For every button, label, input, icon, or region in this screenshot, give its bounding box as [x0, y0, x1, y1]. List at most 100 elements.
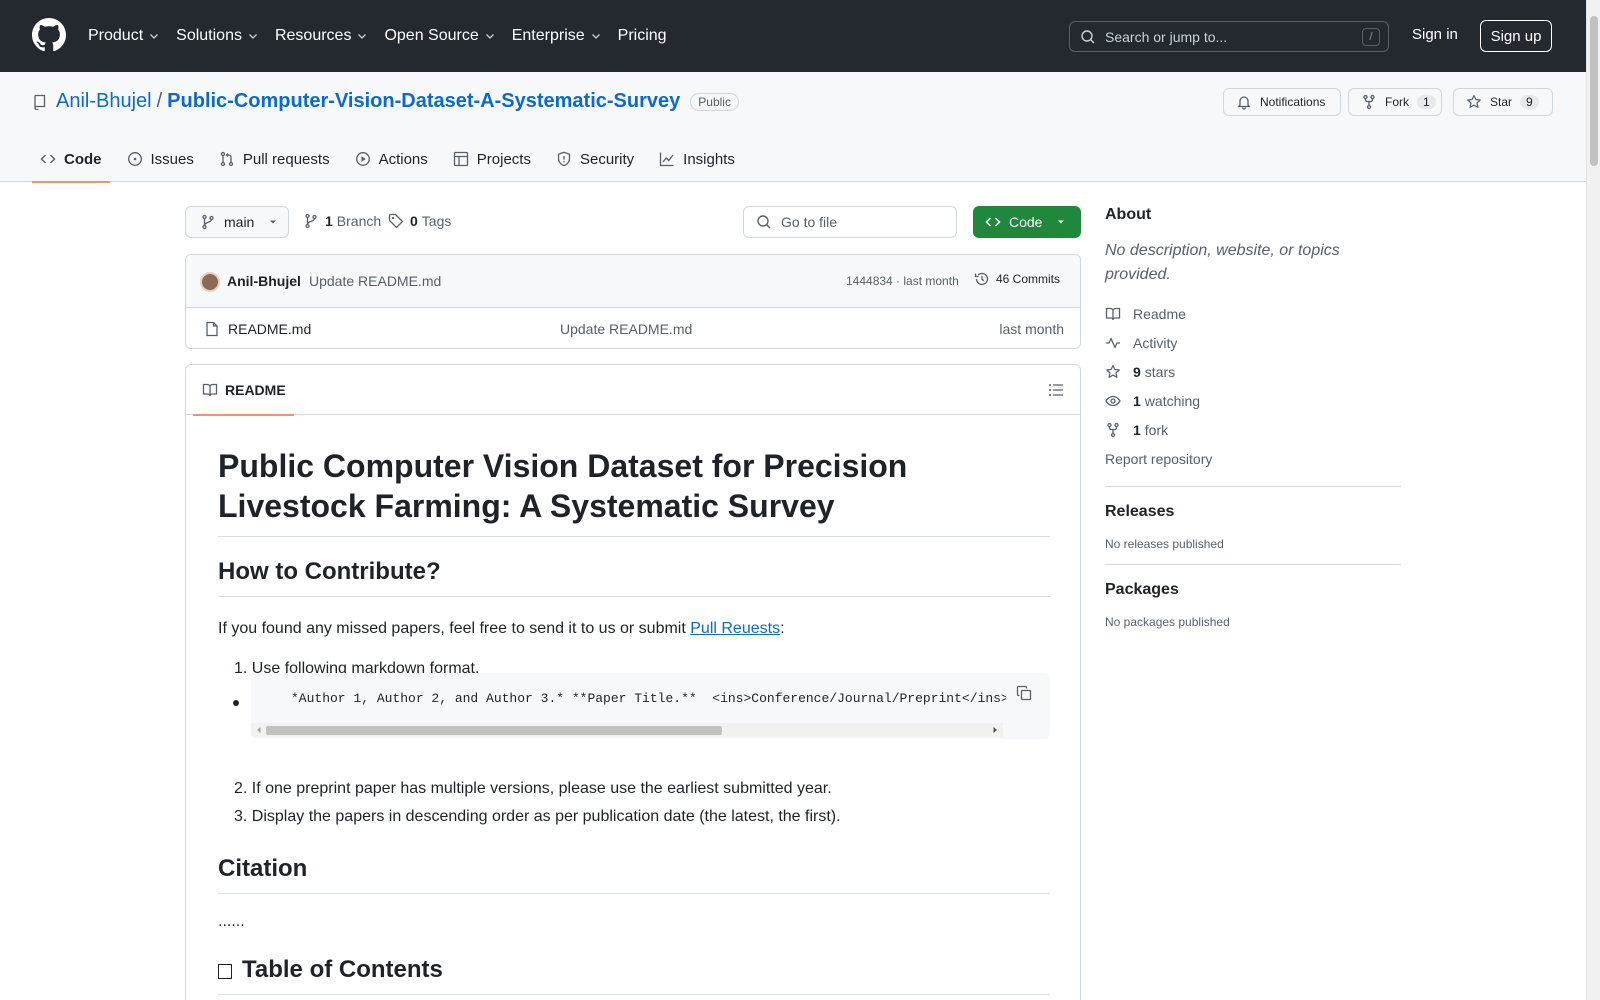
star-label: Star [1490, 95, 1513, 109]
book-icon [1105, 306, 1133, 322]
scrollbar-thumb[interactable] [266, 726, 722, 735]
markdown-code-block: *Author 1, Author 2, and Author 3.* **Pa… [251, 673, 1050, 739]
go-to-file-input[interactable]: Go to file [743, 206, 957, 238]
tag-count: 0 [410, 213, 418, 229]
fork-button[interactable]: Fork 1 [1348, 88, 1442, 116]
readme-tab[interactable]: README [193, 365, 294, 416]
star-button[interactable]: Star 9 [1453, 88, 1553, 116]
copy-icon[interactable] [1016, 685, 1032, 701]
commit-author-link[interactable]: Anil-Bhujel [227, 273, 301, 289]
tab-security[interactable]: Security [548, 136, 642, 182]
about-links: Readme Activity 9 stars 1 watching 1 for… [1105, 299, 1401, 473]
code-dropdown-button[interactable]: Code [973, 206, 1081, 238]
intro-text: If you found any missed papers, feel fre… [218, 620, 691, 637]
tab-issues[interactable]: Issues [119, 136, 202, 182]
stars-label: stars [1144, 363, 1176, 380]
code-snippet: *Author 1, Author 2, and Author 3.* **Pa… [291, 691, 1006, 706]
packages-heading[interactable]: Packages [1105, 581, 1401, 599]
packages-empty-text: No packages published [1105, 615, 1230, 629]
forks-link[interactable]: 1 fork [1105, 415, 1401, 444]
issue-icon [127, 151, 151, 167]
bell-icon [1236, 94, 1252, 110]
nav-pricing[interactable]: Pricing [618, 27, 667, 45]
heading-table-of-contents: Table of Contents [218, 956, 1050, 995]
branch-icon [303, 213, 319, 229]
scroll-left-icon[interactable] [255, 726, 263, 734]
branch-selector[interactable]: main [185, 206, 289, 238]
readme-panel: README Public Computer Vision Dataset fo… [185, 364, 1081, 1000]
tab-label: Code [64, 150, 102, 168]
readme-title: Public Computer Vision Dataset for Preci… [218, 415, 1050, 537]
pull-requests-link[interactable]: Pull Reuests [690, 620, 780, 637]
eye-icon [1105, 393, 1133, 409]
file-browser: Anil-Bhujel Update README.md 1444834 · l… [185, 254, 1081, 349]
list-item: 3. Display the papers in descending orde… [234, 808, 841, 826]
tags-link[interactable]: 0 Tags [388, 213, 451, 229]
list-unordered-icon[interactable] [1048, 382, 1064, 398]
top-nav: Product Solutions Resources Open Source … [88, 0, 683, 72]
sign-in-link[interactable]: Sign in [1412, 26, 1458, 43]
page-scrollbar[interactable] [1586, 0, 1600, 1000]
nav-product[interactable]: Product [88, 27, 160, 45]
fork-count: 1 [1417, 95, 1436, 109]
search-icon [1080, 29, 1096, 45]
nav-label: Open Source [384, 27, 479, 44]
branches-link[interactable]: 1 Branch [303, 213, 381, 229]
commit-history-link[interactable]: 46 Commits [974, 271, 1060, 287]
heading-citation: Citation [218, 855, 1050, 894]
global-search-input[interactable]: Search or jump to... / [1069, 21, 1389, 52]
notifications-button[interactable]: Notifications [1223, 88, 1341, 116]
tab-label: Security [579, 150, 635, 168]
nav-solutions[interactable]: Solutions [176, 27, 259, 45]
watching-count: 1 [1133, 392, 1141, 409]
watchers-link[interactable]: 1 watching [1105, 386, 1401, 415]
sidebar: About No description, website, or topics… [1105, 206, 1401, 629]
nav-label: Product [88, 27, 144, 44]
checkbox-icon [218, 964, 232, 979]
heading-how-to-contribute: How to Contribute? [218, 558, 1050, 597]
nav-resources[interactable]: Resources [275, 27, 368, 45]
tab-code[interactable]: Code [32, 136, 110, 183]
tab-label: Actions [378, 150, 428, 168]
triangle-down-icon [1056, 217, 1066, 227]
tab-projects[interactable]: Projects [445, 136, 539, 182]
releases-heading[interactable]: Releases [1105, 503, 1401, 521]
stars-link[interactable]: 9 stars [1105, 357, 1401, 386]
report-label: Report repository [1105, 450, 1213, 467]
shield-icon [556, 151, 580, 167]
commit-message-link[interactable]: Update README.md [309, 273, 441, 289]
commit-sha-time[interactable]: 1444834 · last month [846, 274, 959, 288]
readme-link[interactable]: Readme [1105, 299, 1401, 328]
file-row[interactable]: README.md Update README.md last month [186, 308, 1080, 348]
fork-icon [1105, 422, 1133, 438]
file-name-link[interactable]: README.md [228, 321, 311, 337]
sign-up-button[interactable]: Sign up [1480, 20, 1552, 52]
search-shortcut-key: / [1362, 28, 1380, 46]
tab-actions[interactable]: Actions [347, 136, 436, 182]
repo-name-link[interactable]: Public-Computer-Vision-Dataset-A-Systema… [167, 90, 680, 113]
tab-label: Insights [683, 150, 735, 168]
report-repository-link[interactable]: Report repository [1105, 444, 1401, 473]
tab-insights[interactable]: Insights [651, 136, 743, 182]
nav-label: Enterprise [511, 27, 585, 44]
avatar[interactable] [200, 272, 220, 292]
tab-label: Projects [476, 150, 531, 168]
readme-link-label: Readme [1133, 305, 1186, 322]
github-logo-icon[interactable] [32, 18, 66, 52]
activity-link[interactable]: Activity [1105, 328, 1401, 357]
toc-heading-text: Table of Contents [242, 956, 443, 983]
list-item: 2. If one preprint paper has multiple ve… [234, 780, 832, 798]
chevron-down-icon [148, 30, 160, 42]
file-icon [204, 321, 220, 337]
nav-enterprise[interactable]: Enterprise [512, 27, 602, 45]
repo-owner-link[interactable]: Anil-Bhujel [56, 90, 152, 113]
tab-pull-requests[interactable]: Pull requests [211, 136, 338, 182]
readme-content: Public Computer Vision Dataset for Preci… [218, 415, 1050, 995]
divider [1105, 564, 1401, 565]
star-count: 9 [1520, 95, 1539, 109]
nav-open-source[interactable]: Open Source [384, 27, 495, 45]
horizontal-scrollbar[interactable] [251, 723, 1003, 737]
file-commit-message[interactable]: Update README.md [560, 321, 692, 337]
page-scrollbar-thumb[interactable] [1590, 16, 1598, 166]
scroll-right-icon[interactable] [991, 726, 999, 734]
